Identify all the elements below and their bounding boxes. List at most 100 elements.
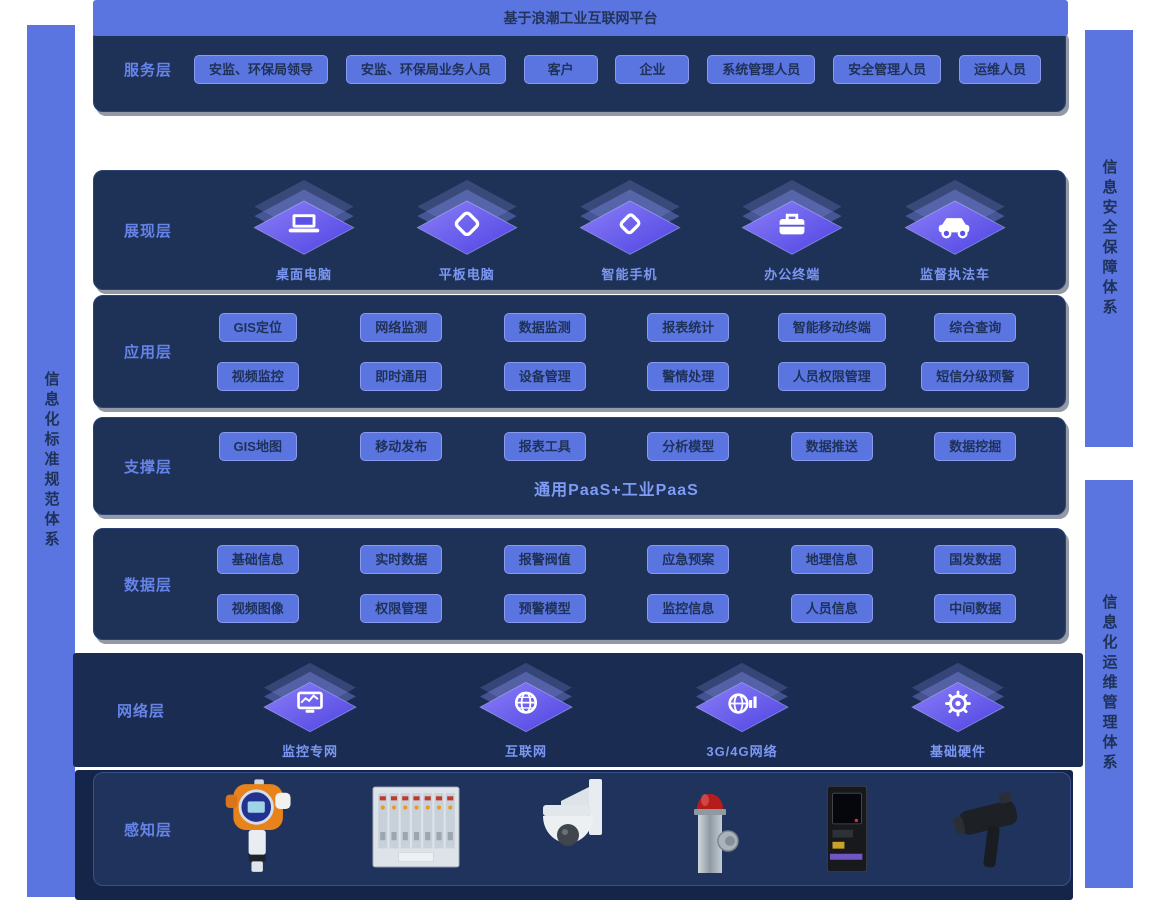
data-chip: 视频图像 [217, 594, 299, 623]
application-chip: 短信分级预警 [921, 362, 1029, 391]
desktop-computer-icon [246, 178, 362, 262]
application-chip: 智能移动终端 [778, 313, 886, 342]
network-item-label: 监控专网 [282, 741, 338, 760]
service-chip: 运维人员 [959, 55, 1041, 84]
architecture-diagram: 信息化标准规范体系 信息安全保障体系 信息化运维管理体系 服务层 安监、环保局领… [0, 0, 1159, 914]
support-chip: GIS地图 [219, 432, 297, 461]
gas-detector [220, 779, 302, 879]
presentation-item-label: 监督执法车 [920, 264, 990, 283]
surveillance-network-icon [257, 661, 363, 739]
data-chip: 人员信息 [791, 594, 873, 623]
application-chip: 网络监测 [360, 313, 442, 342]
data-layer-panel: 数据层 基础信息 实时数据 报警阀值 应急预案 地理信息 国发数据 视频图像 权… [93, 528, 1066, 640]
presentation-item: 监督执法车 [897, 178, 1013, 283]
application-chip: 报表统计 [647, 313, 729, 342]
data-chip: 预警模型 [504, 594, 586, 623]
support-layer-label: 支撑层 [110, 456, 186, 477]
tablet-icon [409, 178, 525, 262]
perception-layer-label: 感知层 [110, 819, 186, 840]
application-layer-label: 应用层 [110, 341, 186, 362]
service-chip: 安监、环保局领导 [194, 55, 328, 84]
data-chip: 权限管理 [360, 594, 442, 623]
data-layer-label: 数据层 [110, 574, 186, 595]
service-layer-panel: 服务层 安监、环保局领导 安监、环保局业务人员 客户 企业 系统管理人员 安全管… [93, 27, 1066, 112]
left-bar-label: 信息化标准规范体系 [41, 371, 62, 551]
platform-banner-label: 基于浪潮工业互联网平台 [504, 8, 658, 28]
presentation-item: 办公终端 [734, 178, 850, 283]
network-item-label: 基础硬件 [930, 741, 986, 760]
presentation-layer-label: 展现层 [110, 220, 186, 241]
data-chip: 应急预案 [647, 545, 729, 574]
network-icon-row: 监控专网 互联网 [179, 661, 1083, 760]
data-chip: 地理信息 [791, 545, 873, 574]
office-terminal-icon [734, 178, 850, 262]
data-chip-grid: 基础信息 实时数据 报警阀值 应急预案 地理信息 国发数据 视频图像 权限管理 … [186, 545, 1065, 623]
access-control-terminal [812, 778, 882, 880]
data-chip: 报警阀值 [504, 545, 586, 574]
perception-layer-panel: 感知层 [93, 772, 1071, 886]
application-chip: 综合查询 [934, 313, 1016, 342]
platform-banner: 基于浪潮工业互联网平台 [93, 0, 1068, 36]
support-chip: 分析模型 [647, 432, 729, 461]
enforcement-vehicle-icon [897, 178, 1013, 262]
support-chip: 数据推送 [791, 432, 873, 461]
support-chip: 数据挖掘 [934, 432, 1016, 461]
paas-subtitle: 通用PaaS+工业PaaS [186, 476, 1047, 500]
data-chip: 国发数据 [934, 545, 1016, 574]
network-layer-label: 网络层 [103, 700, 179, 721]
presentation-item-label: 桌面电脑 [276, 264, 332, 283]
presentation-icon-row: 桌面电脑 平板电脑 智能手机 [186, 178, 1065, 283]
base-hardware-icon [905, 661, 1011, 739]
application-chip: 设备管理 [504, 362, 586, 391]
application-chip-grid: GIS定位 网络监测 数据监测 报表统计 智能移动终端 综合查询 视频监控 即时… [186, 313, 1065, 391]
application-chip: 数据监测 [504, 313, 586, 342]
mobile-network-icon [689, 661, 795, 739]
network-item: 3G/4G网络 [689, 661, 795, 760]
data-chip: 实时数据 [360, 545, 442, 574]
presentation-item: 桌面电脑 [246, 178, 362, 283]
presentation-item-label: 智能手机 [601, 264, 657, 283]
data-chip: 监控信息 [647, 594, 729, 623]
application-chip: 警情处理 [647, 362, 729, 391]
internet-globe-icon [473, 661, 579, 739]
presentation-item-label: 办公终端 [764, 264, 820, 283]
application-chip: 人员权限管理 [778, 362, 886, 391]
left-standard-system-bar: 信息化标准规范体系 [27, 25, 75, 897]
monitoring-cabinet [372, 783, 460, 875]
service-chip: 客户 [524, 55, 598, 84]
handheld-detector [952, 781, 1032, 877]
presentation-item-label: 平板电脑 [439, 264, 495, 283]
right-top-bar-label: 信息安全保障体系 [1099, 159, 1120, 319]
network-item-label: 3G/4G网络 [706, 741, 777, 760]
right-bottom-bar-label: 信息化运维管理体系 [1099, 594, 1120, 774]
perception-device-row [186, 778, 1070, 880]
smartphone-icon [572, 178, 688, 262]
support-chip-grid: GIS地图 移动发布 报表工具 分析模型 数据推送 数据挖掘 [186, 432, 1047, 461]
service-chip: 系统管理人员 [707, 55, 815, 84]
service-chip: 安全管理人员 [833, 55, 941, 84]
service-layer-label: 服务层 [110, 59, 186, 80]
application-chip: GIS定位 [219, 313, 297, 342]
data-chip: 中间数据 [934, 594, 1016, 623]
support-chip: 移动发布 [360, 432, 442, 461]
network-item-label: 互联网 [505, 741, 547, 760]
application-chip: 视频监控 [217, 362, 299, 391]
alarm-beacon [679, 781, 741, 877]
service-chip: 企业 [615, 55, 689, 84]
right-security-system-bar: 信息安全保障体系 [1085, 30, 1133, 447]
service-chip: 安监、环保局业务人员 [346, 55, 506, 84]
right-ops-system-bar: 信息化运维管理体系 [1085, 480, 1133, 888]
application-chip: 即时通用 [360, 362, 442, 391]
perception-layer-band: 感知层 [75, 770, 1073, 900]
network-item: 基础硬件 [905, 661, 1011, 760]
support-content: GIS地图 移动发布 报表工具 分析模型 数据推送 数据挖掘 通用PaaS+工业… [186, 432, 1065, 500]
network-layer-panel: 网络层 监控专网 [73, 653, 1083, 767]
network-item: 监控专网 [257, 661, 363, 760]
support-layer-panel: 支撑层 GIS地图 移动发布 报表工具 分析模型 数据推送 数据挖掘 通用Paa… [93, 417, 1066, 515]
presentation-item: 平板电脑 [409, 178, 525, 283]
application-layer-panel: 应用层 GIS定位 网络监测 数据监测 报表统计 智能移动终端 综合查询 视频监… [93, 295, 1066, 408]
data-chip: 基础信息 [217, 545, 299, 574]
support-chip: 报表工具 [504, 432, 586, 461]
ptz-dome-camera [531, 779, 609, 879]
presentation-item: 智能手机 [572, 178, 688, 283]
